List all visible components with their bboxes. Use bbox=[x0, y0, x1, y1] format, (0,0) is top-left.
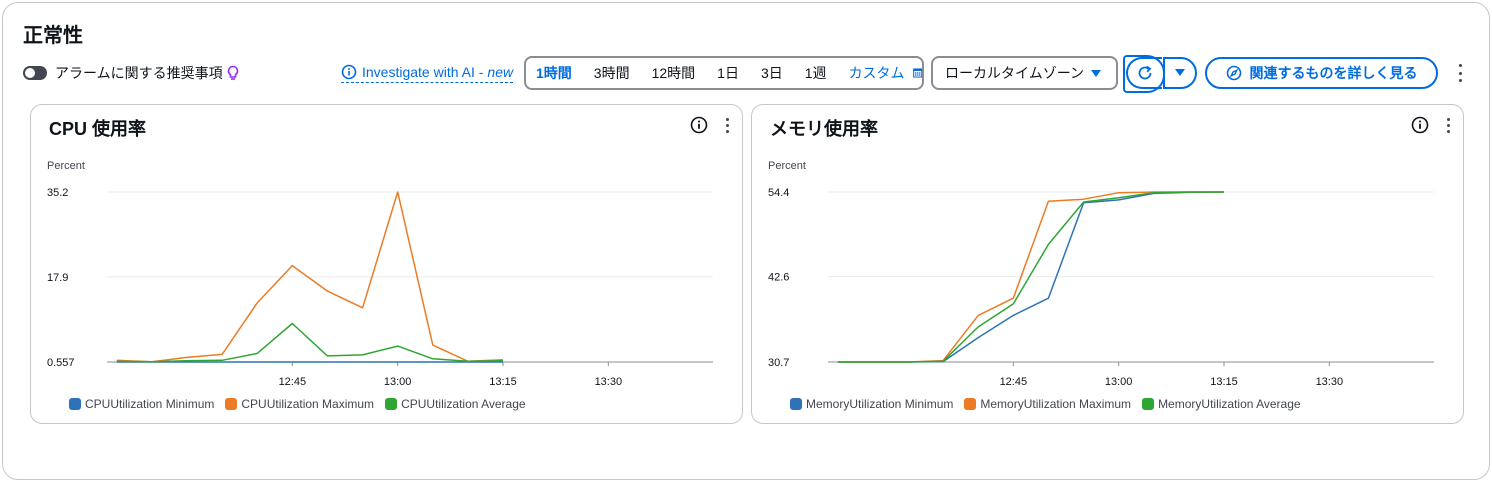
y-tick-label: 54.4 bbox=[768, 187, 789, 199]
new-badge: new bbox=[487, 64, 514, 80]
caret-down-icon bbox=[1175, 69, 1185, 76]
explore-related-label: 関連するものを詳しく見る bbox=[1249, 65, 1418, 81]
legend-label: MemoryUtilization Minimum bbox=[806, 397, 954, 411]
legend-label: MemoryUtilization Maximum bbox=[980, 397, 1132, 411]
investigate-with-ai-label: Investigate with AI - bbox=[362, 64, 484, 80]
legend-swatch bbox=[69, 398, 81, 410]
time-range-selector: 1時間 3時間 12時間 1日 3日 1週 カスタム bbox=[524, 56, 924, 90]
legend-swatch bbox=[790, 398, 802, 410]
cpu-utilization-chart: Percent 35.2 17.9 0.557 12:45 13:00 13:15 13:30 bbox=[47, 160, 713, 388]
info-circle-icon bbox=[341, 64, 357, 80]
legend-item[interactable]: CPUUtilization Maximum bbox=[225, 397, 374, 411]
health-panel: 正常性 アラームに関する推奨事項 Investigate with AI - n… bbox=[2, 2, 1490, 480]
alarm-recommendation-toggle[interactable] bbox=[23, 66, 47, 80]
x-tick-label: 13:15 bbox=[489, 376, 517, 388]
legend-label: CPUUtilization Minimum bbox=[85, 397, 215, 411]
panel-more-actions-icon[interactable] bbox=[1455, 64, 1465, 82]
calendar-icon[interactable] bbox=[912, 66, 922, 80]
investigate-with-ai-link[interactable]: Investigate with AI - new bbox=[341, 64, 514, 83]
legend-item[interactable]: MemoryUtilization Minimum bbox=[790, 397, 953, 411]
legend-swatch bbox=[385, 398, 398, 410]
lightbulb-icon bbox=[227, 65, 238, 80]
refresh-focus-ring bbox=[1123, 55, 1165, 93]
x-tick-label: 13:30 bbox=[1316, 376, 1344, 388]
cpu-utilization-widget: CPU 使用率 Percent 35.2 17.9 0.557 12:45 13:00 13… bbox=[30, 104, 743, 424]
memory-utilization-legend: MemoryUtilization Minimum MemoryUtilizati… bbox=[790, 397, 1312, 411]
x-tick-label: 13:30 bbox=[595, 376, 623, 388]
alarm-recommendation-toggle-group[interactable]: アラームに関する推奨事項 bbox=[23, 63, 240, 83]
series-line bbox=[116, 322, 504, 363]
x-tick-label: 13:15 bbox=[1210, 376, 1238, 388]
timezone-value: ローカルタイムゾーン bbox=[945, 65, 1085, 81]
time-range-1h[interactable]: 1時間 bbox=[536, 63, 572, 83]
legend-item[interactable]: MemoryUtilization Average bbox=[1142, 397, 1301, 411]
compass-icon bbox=[1226, 65, 1241, 81]
y-tick-label: 0.557 bbox=[47, 357, 75, 369]
alarm-recommendation-label: アラームに関する推奨事項 bbox=[55, 65, 223, 81]
timezone-select[interactable]: ローカルタイムゾーン bbox=[931, 56, 1118, 90]
legend-label: CPUUtilization Average bbox=[401, 397, 526, 411]
toolbar: アラームに関する推奨事項 Investigate with AI - new 1… bbox=[3, 55, 1491, 93]
legend-swatch bbox=[1142, 398, 1155, 410]
cpu-utilization-legend: CPUUtilization Minimum CPUUtilization Max… bbox=[69, 397, 537, 411]
x-tick-label: 13:00 bbox=[384, 376, 412, 388]
caret-down-icon bbox=[1091, 70, 1101, 77]
y-tick-label: 42.6 bbox=[768, 272, 789, 284]
time-range-custom[interactable]: カスタム bbox=[849, 63, 905, 83]
time-range-3h[interactable]: 3時間 bbox=[594, 63, 630, 83]
memory-utilization-widget: メモリ使用率 Percent 54.4 42.6 30.7 12:45 13:00 13:1… bbox=[751, 104, 1464, 424]
legend-label: CPUUtilization Maximum bbox=[241, 397, 375, 411]
time-range-1w[interactable]: 1週 bbox=[805, 63, 827, 83]
x-tick-label: 12:45 bbox=[1000, 376, 1028, 388]
time-range-12h[interactable]: 12時間 bbox=[652, 63, 696, 83]
refresh-options-dropdown[interactable] bbox=[1163, 57, 1197, 89]
y-axis-label: Percent bbox=[768, 160, 806, 172]
legend-swatch bbox=[964, 398, 977, 410]
x-tick-label: 13:00 bbox=[1105, 376, 1133, 388]
legend-item[interactable]: MemoryUtilization Maximum bbox=[964, 397, 1131, 411]
page-title: 正常性 bbox=[23, 25, 83, 47]
legend-item[interactable]: CPUUtilization Average bbox=[385, 397, 526, 411]
y-axis-label: Percent bbox=[47, 160, 85, 172]
time-range-3d[interactable]: 3日 bbox=[761, 63, 783, 83]
x-tick-label: 12:45 bbox=[279, 376, 307, 388]
y-tick-label: 35.2 bbox=[47, 187, 68, 199]
legend-swatch bbox=[225, 398, 238, 410]
time-range-1d[interactable]: 1日 bbox=[717, 63, 739, 83]
legend-item[interactable]: CPUUtilization Minimum bbox=[69, 397, 214, 411]
y-tick-label: 17.9 bbox=[47, 272, 68, 284]
memory-utilization-chart: Percent 54.4 42.6 30.7 12:45 13:00 13:15 13:30 bbox=[768, 160, 1434, 388]
legend-label: MemoryUtilization Average bbox=[1158, 397, 1301, 411]
y-tick-label: 30.7 bbox=[768, 357, 789, 369]
explore-related-button[interactable]: 関連するものを詳しく見る bbox=[1205, 57, 1438, 89]
